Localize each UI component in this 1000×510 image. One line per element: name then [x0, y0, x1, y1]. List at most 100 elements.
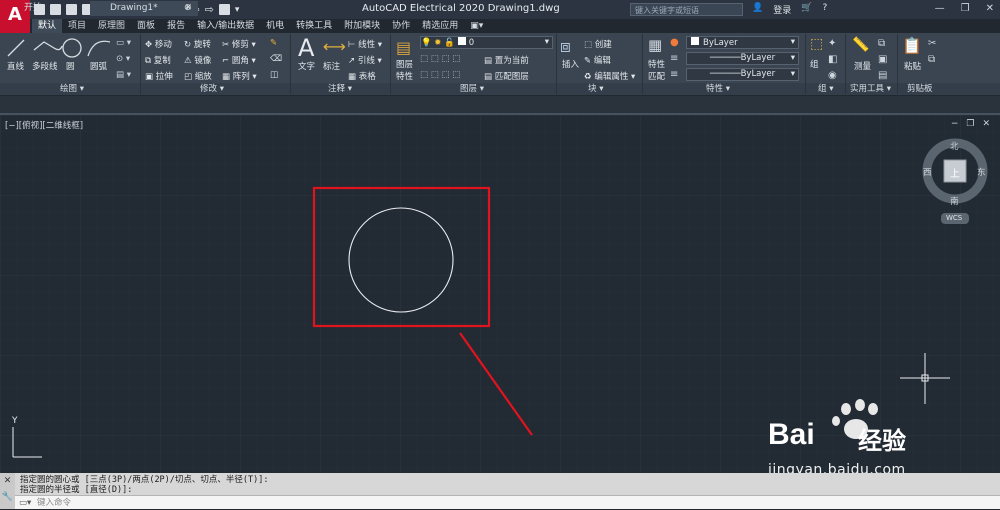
paste-icon[interactable]: 📋 [902, 36, 922, 55]
erase-icon[interactable]: ⌫ [270, 54, 282, 64]
clipboard-tools-icons[interactable]: ✂ ⧉ [928, 36, 936, 68]
move-button[interactable]: ✥ 移动 [145, 38, 172, 50]
tab-reports[interactable]: 报告 [161, 19, 191, 33]
panel-title-draw[interactable]: 绘图 ▾ [60, 83, 84, 95]
color-dropdown[interactable]: ByLayer ▾ [686, 36, 799, 49]
tab-addins[interactable]: 附加模块 [338, 19, 386, 33]
viewport-restore-icon[interactable]: ❐ [966, 119, 974, 129]
group-button[interactable]: 组 [810, 58, 819, 70]
cart-icon[interactable]: 🛒 [801, 3, 812, 16]
viewcube-south[interactable]: 南 [950, 195, 959, 207]
viewcube-north[interactable]: 北 [950, 140, 959, 152]
viewcube-top-label[interactable]: 上 [950, 165, 960, 180]
trim-button[interactable]: ✂ 修剪 ▾ [222, 38, 256, 50]
viewcube-west[interactable]: 西 [923, 166, 932, 178]
panel-title-groups[interactable]: 组 ▾ [818, 83, 833, 95]
lineweight-icon[interactable]: ≡ [670, 69, 678, 80]
properties-button[interactable]: 特性 [648, 58, 665, 70]
qat-dropdown-icon[interactable]: ▾ [235, 5, 240, 15]
measure-icon[interactable]: 📏 [852, 37, 869, 53]
layer-tools-row1-icons[interactable]: ⬚ ⬚ ⬚ ⬚ [420, 54, 460, 64]
close-command-icon[interactable]: ✕ [0, 473, 15, 489]
leader-button[interactable]: ↗ 引线 ▾ [348, 54, 382, 66]
rectangle-tool-icon[interactable]: ▭ ▾ [116, 38, 131, 48]
wcs-label[interactable]: WCS [946, 214, 962, 222]
more-draw-tools-icon[interactable]: ▤ ▾ [116, 70, 131, 80]
polyline-button[interactable]: 多段线 [32, 60, 58, 72]
group-icon[interactable]: ⬚ [810, 36, 823, 52]
search-input[interactable]: 键入关键字或短语 [630, 3, 743, 16]
mirror-button[interactable]: ⚠ 镜像 [184, 54, 211, 66]
tab-extra-toggle[interactable]: ▣▾ [464, 19, 489, 33]
rotate-button[interactable]: ↻ 旋转 [184, 38, 211, 50]
layer-properties-icon[interactable]: ▤ [396, 38, 411, 57]
viewport-minimize-icon[interactable]: − [951, 119, 959, 129]
viewcube-east[interactable]: 东 [977, 166, 986, 178]
copy-button[interactable]: ⧉ 复制 [145, 54, 171, 66]
user-icon[interactable]: 👤 [752, 3, 763, 16]
insert-button[interactable]: 插入 [562, 58, 579, 70]
panel-title-modify[interactable]: 修改 ▾ [200, 83, 224, 95]
array-button[interactable]: ▦ 阵列 ▾ [222, 70, 257, 82]
tab-import-export[interactable]: 输入/输出数据 [191, 19, 260, 33]
tab-schematic[interactable]: 原理图 [92, 19, 131, 33]
viewport-close-icon[interactable]: ✕ [982, 119, 990, 129]
hatch-tool-icon[interactable]: ⊙ ▾ [116, 54, 130, 64]
pencil-icon[interactable]: ✎ [270, 38, 277, 48]
tab-featured-apps[interactable]: 精选应用 [416, 19, 464, 33]
forward-arrow-icon[interactable]: ⇨ [205, 3, 214, 16]
layer-button[interactable]: 图层 [396, 58, 413, 70]
panel-title-utilities[interactable]: 实用工具 ▾ [850, 83, 891, 95]
login-button[interactable]: 登录 [773, 3, 791, 16]
offset-icon[interactable]: ◫ [270, 70, 278, 80]
panel-title-clipboard[interactable]: 剪贴板 [907, 83, 933, 95]
match-layer-button[interactable]: ▤ 匹配图层 [484, 70, 529, 82]
insert-block-icon[interactable]: ⧈ [560, 37, 571, 57]
text-tool-icon[interactable]: A [298, 34, 314, 62]
panel-title-block[interactable]: 块 ▾ [588, 83, 603, 95]
layer-properties-button[interactable]: 特性 [396, 70, 413, 82]
tab-collaborate[interactable]: 协作 [386, 19, 416, 33]
command-prompt-icon[interactable]: ▭▾ [19, 496, 31, 510]
edit-attributes-button[interactable]: ♻ 编辑属性 ▾ [584, 70, 635, 82]
minimize-button[interactable]: — [935, 3, 945, 14]
line-button[interactable]: 直线 [7, 60, 24, 72]
dimension-icon[interactable]: ⟷ [323, 37, 346, 56]
measure-button[interactable]: 测量 [854, 60, 871, 72]
tab-electromechanical[interactable]: 机电 [260, 19, 290, 33]
tab-project[interactable]: 项目 [62, 19, 92, 33]
edit-block-button[interactable]: ✎ 编辑 [584, 54, 611, 66]
dimension-button[interactable]: 标注 [323, 60, 340, 72]
set-current-button[interactable]: ▤ 置为当前 [484, 54, 529, 66]
utility-tools-icons[interactable]: ⧉ ▣ ▤ [878, 36, 887, 84]
arc-button[interactable]: 圆弧 [90, 60, 107, 72]
tab-default[interactable]: 默认 [32, 19, 63, 33]
panel-title-annotation[interactable]: 注释 ▾ [328, 83, 352, 95]
table-button[interactable]: ▦ 表格 [348, 70, 376, 82]
file-tab-start[interactable]: 开始 [4, 1, 104, 16]
lineweight-dropdown[interactable]: ──────ByLayer ▾ [686, 68, 799, 81]
group-tools-icons[interactable]: ✦ ◧ ◉ [828, 36, 837, 84]
workspace-icon[interactable] [218, 4, 230, 15]
text-button[interactable]: 文字 [298, 60, 315, 72]
layer-dropdown[interactable]: 💡 ✹ 🔓 0 ▾ [420, 36, 553, 49]
circle-button[interactable]: 圆 [66, 60, 75, 72]
match-properties-button[interactable]: 匹配 [648, 70, 665, 82]
scale-button[interactable]: ◰ 缩放 [184, 70, 212, 82]
help-icon[interactable]: ? [822, 3, 827, 16]
customize-command-icon[interactable]: 🔧 [0, 489, 15, 505]
layer-tools-row2-icons[interactable]: ⬚ ⬚ ⬚ ⬚ [420, 70, 460, 80]
viewport-controls-label[interactable]: [−][俯视][二维线框] [5, 119, 83, 131]
panel-title-properties[interactable]: 特性 ▾ [706, 83, 730, 95]
command-input[interactable]: ▭▾ 键入命令 [15, 495, 1000, 509]
close-button[interactable]: ✕ [986, 3, 994, 14]
tab-conversion-tools[interactable]: 转换工具 [290, 19, 338, 33]
properties-icon[interactable]: ▦ [648, 36, 662, 54]
paste-button[interactable]: 粘贴 [904, 60, 921, 72]
create-block-button[interactable]: ⬚ 创建 [584, 38, 612, 50]
linear-button[interactable]: ⊢ 线性 ▾ [348, 38, 382, 50]
fillet-button[interactable]: ⌐ 圆角 ▾ [222, 54, 256, 66]
color-wheel-icon[interactable]: ● [670, 37, 679, 48]
new-tab-button[interactable]: ⊕ [180, 1, 192, 16]
linetype-dropdown[interactable]: ──────ByLayer ▾ [686, 52, 799, 65]
